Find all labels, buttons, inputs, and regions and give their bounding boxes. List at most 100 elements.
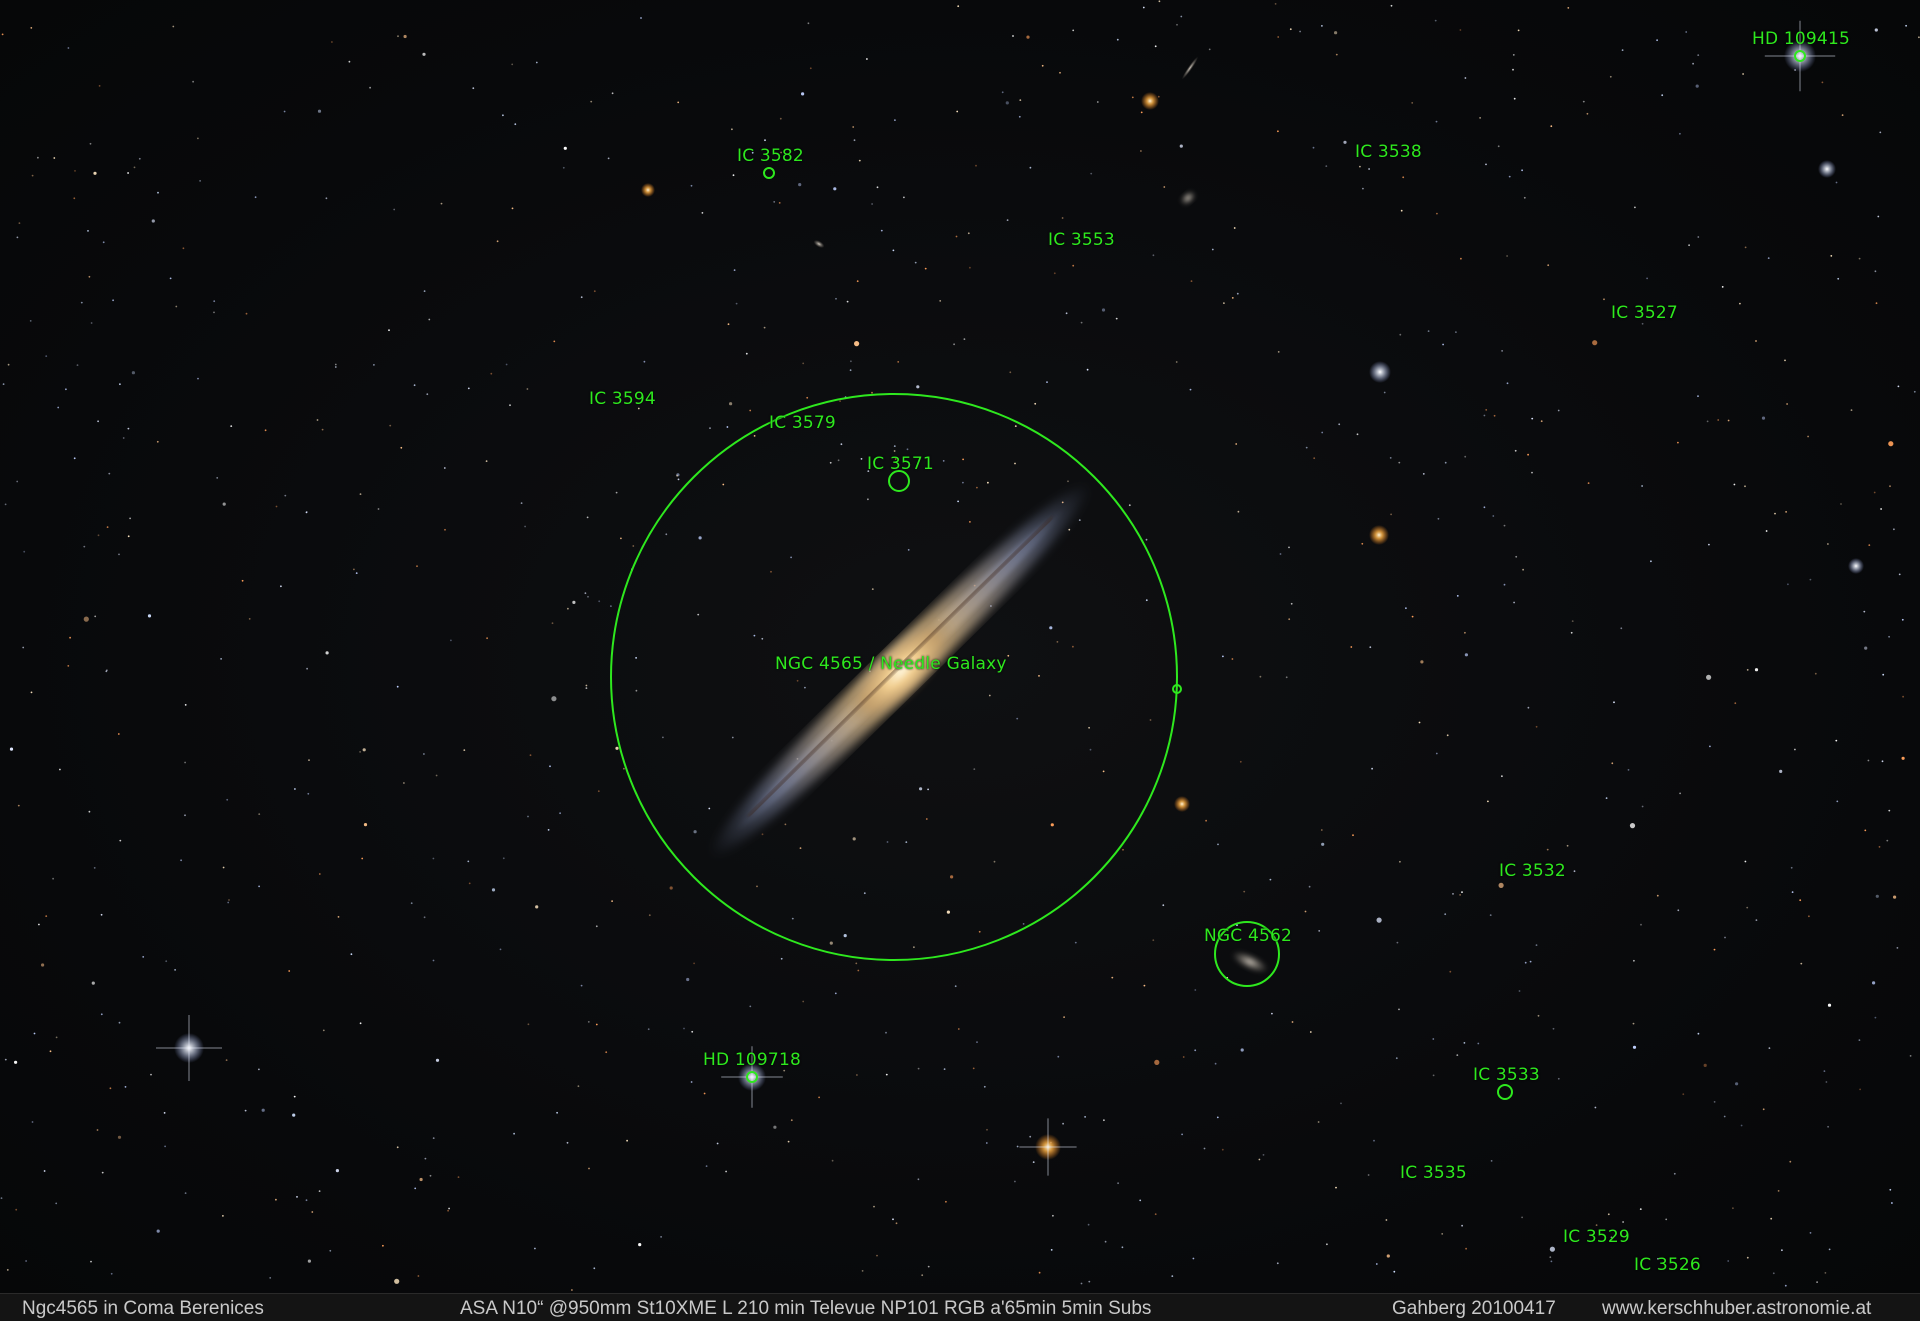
star xyxy=(1827,1003,1832,1007)
star xyxy=(1755,340,1757,342)
star xyxy=(1789,1160,1792,1163)
star xyxy=(1190,280,1193,282)
star xyxy=(1677,441,1679,444)
star xyxy=(566,1141,569,1144)
star xyxy=(1713,948,1716,951)
star xyxy=(955,235,958,238)
star xyxy=(1498,882,1504,889)
label-ic-3529: IC 3529 xyxy=(1563,1227,1630,1247)
star xyxy=(580,296,583,299)
star xyxy=(417,1275,420,1277)
star xyxy=(1573,870,1576,873)
star xyxy=(305,1199,308,1202)
label-ic-3533: IC 3533 xyxy=(1473,1065,1540,1085)
star xyxy=(1067,480,1069,483)
star xyxy=(410,902,413,905)
star xyxy=(1139,1199,1142,1202)
star xyxy=(1641,805,1644,808)
star xyxy=(4,503,7,506)
star xyxy=(382,1244,384,1247)
star xyxy=(1828,1248,1831,1251)
star xyxy=(1503,524,1506,527)
star xyxy=(1203,1147,1206,1150)
star xyxy=(100,1013,103,1016)
star xyxy=(840,443,843,446)
star xyxy=(1784,1284,1787,1287)
star xyxy=(16,480,19,483)
star xyxy=(1799,899,1802,902)
star xyxy=(118,1021,121,1024)
star xyxy=(1891,1202,1893,1204)
star xyxy=(1104,1240,1107,1243)
star xyxy=(1688,244,1690,247)
star xyxy=(1016,717,1019,720)
star xyxy=(1116,38,1119,41)
star xyxy=(467,387,470,390)
star xyxy=(635,689,638,692)
star xyxy=(1531,471,1533,474)
star xyxy=(1022,923,1025,925)
star xyxy=(1352,834,1354,837)
star xyxy=(587,1021,590,1023)
star xyxy=(275,505,278,508)
star xyxy=(1065,312,1068,315)
star xyxy=(1258,1158,1261,1161)
star xyxy=(731,736,734,739)
caption-website: www.kerschhuber.astronomie.at xyxy=(1602,1298,1872,1319)
star xyxy=(1824,1272,1827,1274)
star xyxy=(1063,1016,1065,1018)
star xyxy=(1383,391,1386,394)
star xyxy=(1706,420,1709,423)
star xyxy=(1490,1160,1493,1162)
star xyxy=(1152,939,1155,942)
star xyxy=(857,969,860,972)
label-ic-3535: IC 3535 xyxy=(1400,1163,1467,1183)
star xyxy=(1703,1063,1707,1067)
star xyxy=(377,508,380,510)
star xyxy=(907,549,910,551)
star xyxy=(1506,382,1509,385)
star xyxy=(1145,599,1148,602)
star xyxy=(1326,1243,1328,1246)
star xyxy=(876,1254,878,1257)
star xyxy=(293,1095,296,1098)
star xyxy=(88,275,91,278)
star xyxy=(1823,1070,1826,1072)
star xyxy=(1586,112,1589,115)
star xyxy=(954,985,957,988)
star xyxy=(986,1128,988,1131)
star xyxy=(1152,254,1155,257)
star xyxy=(227,901,230,904)
star xyxy=(108,472,111,475)
star xyxy=(660,1236,662,1238)
star xyxy=(790,1119,793,1122)
star xyxy=(1878,846,1881,848)
star xyxy=(1673,1172,1676,1175)
star xyxy=(1335,53,1338,56)
star xyxy=(892,1218,894,1221)
star xyxy=(806,396,809,399)
star xyxy=(1901,618,1904,621)
star xyxy=(1056,641,1059,643)
star xyxy=(1386,1254,1390,1258)
star xyxy=(1208,48,1211,51)
star xyxy=(222,1215,224,1217)
star xyxy=(31,174,34,177)
star xyxy=(280,585,282,588)
star xyxy=(1223,302,1225,304)
star xyxy=(880,229,883,232)
star xyxy=(1483,506,1486,509)
star xyxy=(1145,538,1148,541)
star xyxy=(444,528,446,531)
star xyxy=(572,600,576,605)
star xyxy=(871,203,873,205)
star xyxy=(1087,1223,1090,1226)
star xyxy=(1650,560,1652,563)
star xyxy=(593,1267,596,1270)
star xyxy=(31,1121,34,1123)
star xyxy=(1863,610,1866,613)
label-ic-3527: IC 3527 xyxy=(1611,303,1678,323)
star xyxy=(16,236,19,239)
star xyxy=(1072,645,1074,648)
star xyxy=(1888,635,1890,638)
